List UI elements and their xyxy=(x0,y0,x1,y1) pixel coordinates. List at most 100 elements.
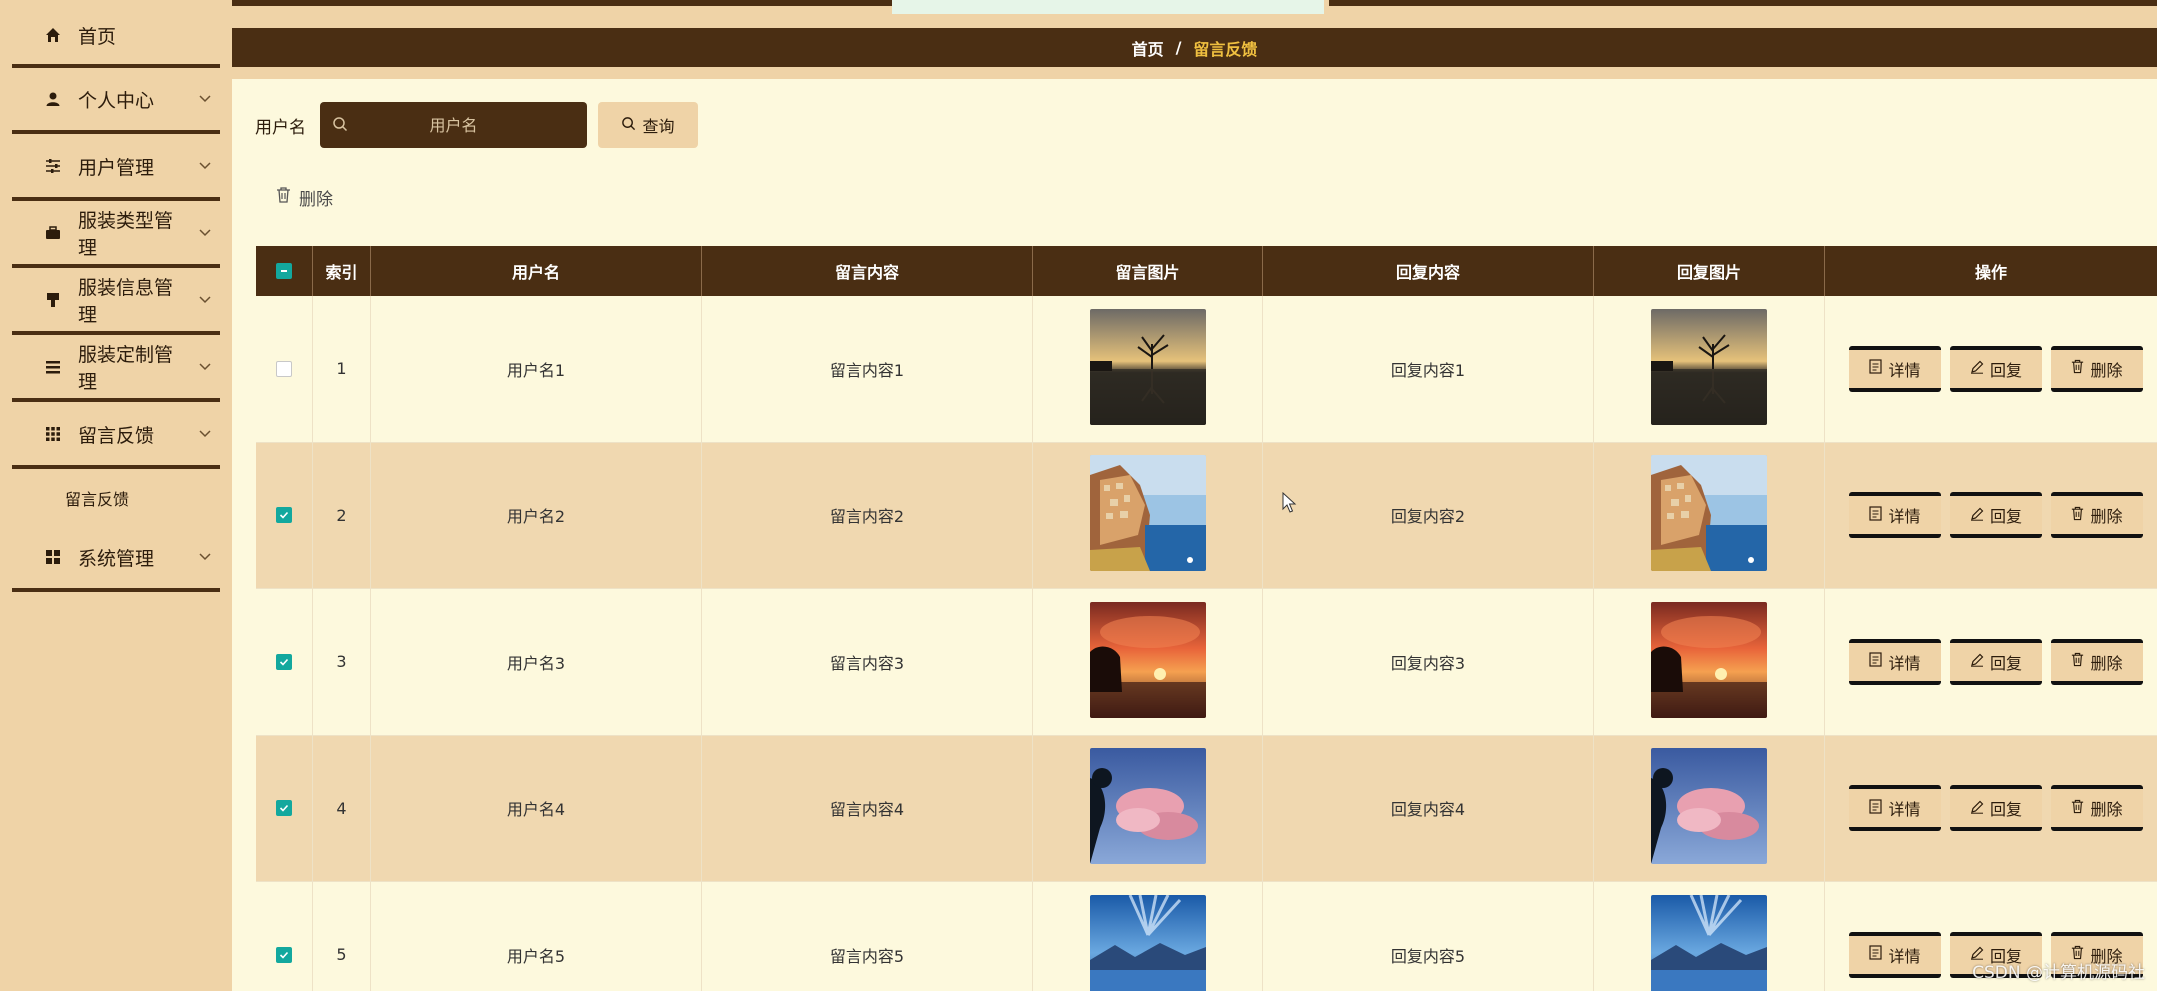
table-row: 4 用户名4 留言内容4 回复内容4 详情 回复 删除 xyxy=(256,735,2157,882)
batch-delete-label: 删除 xyxy=(299,189,333,210)
message-image-thumbnail[interactable] xyxy=(1089,455,1206,575)
reply-image-thumbnail[interactable] xyxy=(1651,748,1767,868)
reply-button[interactable]: 回复 xyxy=(1950,785,2042,832)
header-reply: 回复内容 xyxy=(1263,246,1594,296)
search-label: 用户名 xyxy=(255,118,306,138)
delete-button[interactable]: 删除 xyxy=(2051,345,2143,392)
sidebar-item-feedback[interactable]: 留言反馈 xyxy=(12,403,220,469)
detail-button[interactable]: 详情 xyxy=(1849,638,1941,685)
row-reply-image xyxy=(1594,296,1825,442)
detail-button[interactable]: 详情 xyxy=(1849,492,1941,539)
detail-button[interactable]: 详情 xyxy=(1849,345,1941,392)
sidebar-item-label: 用户管理 xyxy=(78,156,155,179)
delete-button[interactable]: 删除 xyxy=(2051,638,2143,685)
sliders-icon xyxy=(36,159,70,173)
chevron-down-icon xyxy=(190,430,220,438)
row-username: 用户名1 xyxy=(371,296,702,442)
row-reply-image xyxy=(1594,589,1825,735)
reply-image-thumbnail[interactable] xyxy=(1651,308,1767,429)
breadcrumb-separator: / xyxy=(1175,38,1182,57)
reply-image-thumbnail[interactable] xyxy=(1651,455,1767,575)
sidebar-item-personal[interactable]: 个人中心 xyxy=(12,68,220,134)
submenu-item-label: 留言反馈 xyxy=(65,490,130,509)
row-reply-image xyxy=(1594,735,1825,881)
detail-label: 详情 xyxy=(1888,507,1921,527)
user-icon xyxy=(36,91,70,107)
trash-icon xyxy=(2071,652,2084,671)
chevron-down-icon xyxy=(190,162,220,170)
header-check-cell xyxy=(256,246,313,296)
batch-delete-button[interactable]: 删除 xyxy=(276,183,333,211)
edit-icon xyxy=(1970,359,1984,378)
row-message-image xyxy=(1033,882,1263,991)
message-image-thumbnail[interactable] xyxy=(1089,601,1206,722)
delete-button[interactable]: 删除 xyxy=(2051,492,2143,539)
breadcrumb-home[interactable]: 首页 xyxy=(1132,36,1164,60)
reply-button[interactable]: 回复 xyxy=(1950,345,2042,392)
reply-image-thumbnail[interactable] xyxy=(1651,894,1767,991)
row-checkbox[interactable] xyxy=(276,800,292,817)
sidebar-item-system[interactable]: 系统管理 xyxy=(12,526,220,592)
row-message: 留言内容4 xyxy=(702,735,1033,881)
reply-label: 回复 xyxy=(1989,360,2022,380)
list-icon xyxy=(36,360,70,374)
header-message: 留言内容 xyxy=(702,246,1033,296)
grid-icon xyxy=(36,426,70,442)
chevron-down-icon xyxy=(190,553,220,561)
reply-label: 回复 xyxy=(1989,800,2022,820)
reply-label: 回复 xyxy=(1989,507,2022,527)
table-body: 1 用户名1 留言内容1 回复内容1 详情 回复 删除 2 用户名2 留言内容2… xyxy=(256,296,2157,991)
search-input[interactable] xyxy=(320,102,587,148)
row-checkbox[interactable] xyxy=(276,653,292,670)
select-all-checkbox[interactable] xyxy=(276,263,292,279)
trash-icon xyxy=(2071,799,2084,818)
row-check-cell xyxy=(256,882,313,991)
row-checkbox[interactable] xyxy=(276,946,292,963)
row-username: 用户名5 xyxy=(371,882,702,991)
top-decoration xyxy=(1329,0,2157,6)
chevron-down-icon xyxy=(190,363,220,371)
reply-button[interactable]: 回复 xyxy=(1950,492,2042,539)
sidebar-item-clothing-info[interactable]: 服装信息管理 xyxy=(12,269,220,335)
delete-button[interactable]: 删除 xyxy=(2051,785,2143,832)
sidebar-item-label: 个人中心 xyxy=(78,89,155,112)
sidebar-item-clothing-type[interactable]: 服装类型管理 xyxy=(12,202,220,268)
row-message-image xyxy=(1033,735,1263,881)
sidebar-item-clothing-custom[interactable]: 服装定制管理 xyxy=(12,336,220,402)
delete-label: 删除 xyxy=(2090,507,2123,527)
message-image-thumbnail[interactable] xyxy=(1089,308,1206,429)
document-icon xyxy=(1869,359,1883,378)
row-check-cell xyxy=(256,442,313,588)
detail-button[interactable]: 详情 xyxy=(1849,785,1941,832)
document-icon xyxy=(1869,799,1883,818)
header-message-image: 留言图片 xyxy=(1033,246,1263,296)
edit-icon xyxy=(1970,799,1984,818)
breadcrumb: 首页 / 留言反馈 xyxy=(232,28,2157,67)
top-decoration xyxy=(892,0,1324,14)
sidebar: 首页 个人中心 用户管理 服装类型管理 服装信息管理 服装定制管理 留言反馈 留… xyxy=(0,0,232,991)
row-index: 4 xyxy=(313,735,371,881)
table-row: 5 用户名5 留言内容5 回复内容5 详情 回复 删除 xyxy=(256,882,2157,991)
row-message-image xyxy=(1033,442,1263,588)
message-image-thumbnail[interactable] xyxy=(1089,894,1206,991)
row-message: 留言内容2 xyxy=(702,442,1033,588)
row-message-image xyxy=(1033,589,1263,735)
reply-button[interactable]: 回复 xyxy=(1950,638,2042,685)
detail-label: 详情 xyxy=(1888,360,1921,380)
detail-button[interactable]: 详情 xyxy=(1849,931,1941,978)
document-icon xyxy=(1869,652,1883,671)
row-ops: 详情 回复 删除 xyxy=(1825,296,2157,442)
submenu-item-feedback[interactable]: 留言反馈 xyxy=(12,470,220,526)
row-checkbox[interactable] xyxy=(276,507,292,524)
message-image-thumbnail[interactable] xyxy=(1089,748,1206,868)
query-button[interactable]: 查询 xyxy=(598,102,698,148)
row-reply-image xyxy=(1594,882,1825,991)
row-reply-image xyxy=(1594,442,1825,588)
row-check-cell xyxy=(256,296,313,442)
sidebar-item-home[interactable]: 首页 xyxy=(12,2,220,68)
reply-image-thumbnail[interactable] xyxy=(1651,601,1767,722)
sidebar-item-user-management[interactable]: 用户管理 xyxy=(12,135,220,201)
row-reply: 回复内容5 xyxy=(1263,882,1594,991)
row-checkbox[interactable] xyxy=(276,360,292,377)
row-index: 3 xyxy=(313,589,371,735)
